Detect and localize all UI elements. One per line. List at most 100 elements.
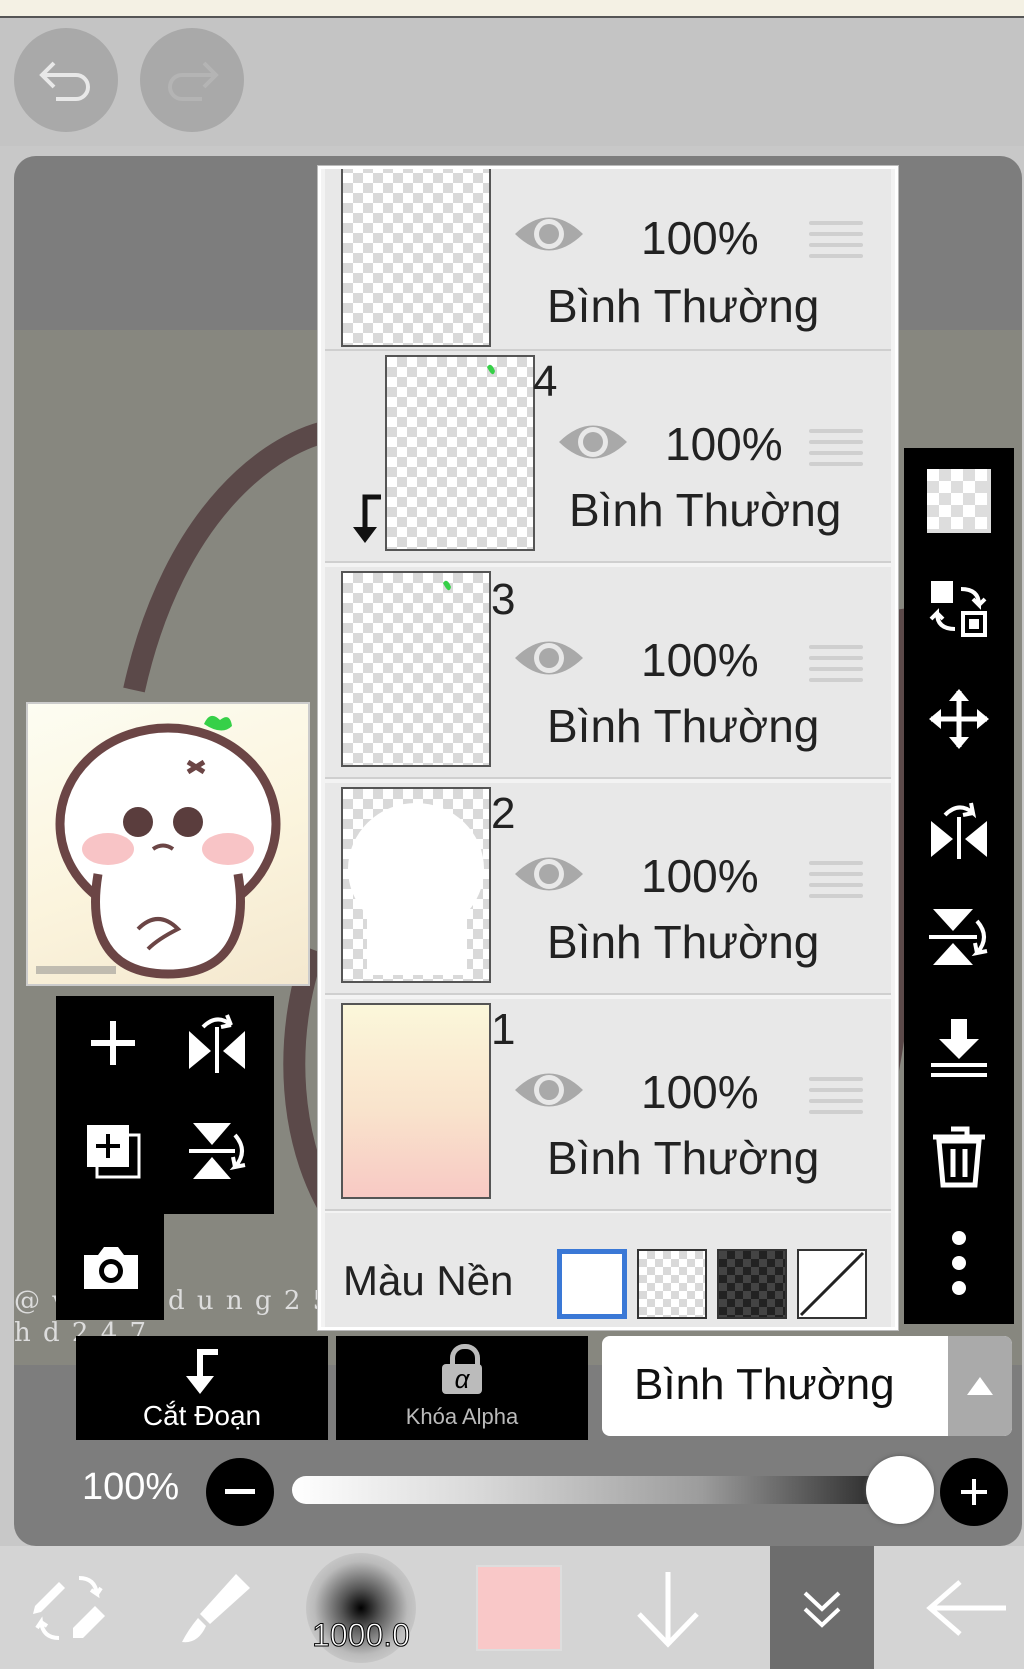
layer-tools-box	[56, 996, 274, 1214]
undo-icon	[39, 61, 90, 101]
collapse-panel-button[interactable]	[770, 1546, 874, 1669]
flip-vertical-button[interactable]	[182, 1116, 252, 1186]
delete-layer-button[interactable]	[926, 1124, 992, 1190]
right-toolbar	[904, 448, 1014, 1324]
background-none-option[interactable]	[797, 1249, 867, 1319]
swap-icon	[929, 581, 987, 637]
layer-thumbnail	[341, 571, 491, 767]
alpha-symbol: α	[442, 1364, 482, 1394]
opacity-decrease-button[interactable]	[206, 1458, 274, 1526]
transparency-checker-button[interactable]	[926, 468, 992, 534]
layer-thumbnail	[341, 169, 491, 347]
drag-handle-icon[interactable]	[809, 221, 863, 265]
layer-blend-mode: Bình Thường	[547, 1132, 820, 1184]
layer-row-1[interactable]: 1 100% Bình Thường	[325, 999, 891, 1211]
background-white-option[interactable]	[557, 1249, 627, 1319]
visibility-toggle[interactable]	[511, 849, 587, 904]
layer-row-4[interactable]: 4 100% Bình Thường	[325, 351, 891, 563]
clipping-arrow-icon	[353, 494, 381, 543]
merge-down-button[interactable]	[926, 1014, 992, 1080]
clipping-arrow-icon	[186, 1349, 218, 1394]
visibility-toggle[interactable]	[555, 417, 631, 472]
blend-mode-select[interactable]: Bình Thường	[602, 1336, 1012, 1436]
layer-down-button[interactable]	[618, 1546, 718, 1669]
drag-handle-icon[interactable]	[809, 861, 863, 905]
layer-row-3[interactable]: 3 100% Bình Thường	[325, 567, 891, 779]
layer-number: 1	[491, 1005, 516, 1054]
status-strip	[0, 0, 1024, 18]
blend-mode-value: Bình Thường	[634, 1360, 895, 1409]
merge-down-icon	[931, 1019, 987, 1077]
back-button[interactable]	[918, 1546, 1018, 1669]
white-silhouette	[348, 803, 484, 975]
layer-opacity: 100%	[665, 418, 783, 470]
more-options-button[interactable]	[926, 1230, 992, 1296]
background-color-row: Màu Nền	[325, 1213, 891, 1327]
layer-blend-mode: Bình Thường	[547, 700, 820, 752]
flip-horizontal-button[interactable]	[182, 1008, 252, 1078]
minus-icon	[225, 1489, 255, 1494]
eye-icon	[515, 217, 583, 251]
layer-preview-image	[26, 702, 310, 986]
layer-number: 2	[491, 789, 516, 838]
brush-size-value: 1000.0	[312, 1616, 411, 1653]
visibility-toggle[interactable]	[511, 633, 587, 688]
lock-icon: α	[440, 1344, 484, 1394]
brush-size-preview: 1000.0	[306, 1552, 416, 1663]
brush-tool-button[interactable]	[166, 1546, 266, 1669]
layer-blend-mode: Bình Thường	[547, 280, 820, 332]
flip-vertical-icon	[189, 1123, 246, 1179]
flip-horizontal-icon	[189, 1014, 245, 1073]
import-photo-button[interactable]	[76, 1232, 146, 1302]
bottom-toolbar: 1000.0	[0, 1546, 1024, 1669]
brush-icon	[182, 1573, 250, 1642]
checker-icon	[927, 469, 991, 533]
move-button[interactable]	[926, 686, 992, 752]
layer-row-2[interactable]: 2 100% Bình Thường	[325, 783, 891, 995]
duplicate-icon	[87, 1125, 141, 1179]
clipping-button[interactable]: Cắt Đoạn	[76, 1336, 328, 1440]
opacity-slider-track[interactable]	[292, 1476, 922, 1504]
alpha-lock-label: Khóa Alpha	[405, 1404, 519, 1429]
add-layer-button[interactable]	[78, 1008, 148, 1078]
alpha-lock-button[interactable]: α Khóa Alpha	[336, 1336, 588, 1440]
arrow-left-icon	[926, 1579, 1006, 1636]
opacity-slider-knob[interactable]	[866, 1456, 934, 1524]
background-color-label: Màu Nền	[343, 1257, 514, 1304]
layer-number: 4	[533, 357, 558, 406]
duplicate-layer-button[interactable]	[78, 1116, 148, 1186]
background-dark-option[interactable]	[717, 1249, 787, 1319]
tool-swap-button[interactable]	[14, 1546, 124, 1669]
eye-icon	[515, 641, 583, 675]
undo-button[interactable]	[14, 28, 118, 132]
layer-row-5[interactable]: 5 100% Bình Thường	[325, 169, 891, 351]
opacity-increase-button[interactable]	[940, 1458, 1008, 1526]
blend-mode-toggle[interactable]	[948, 1336, 1012, 1436]
drag-handle-icon[interactable]	[809, 429, 863, 473]
layer-thumbnail	[385, 355, 535, 551]
camera-box	[56, 1214, 164, 1320]
visibility-toggle[interactable]	[511, 209, 587, 264]
flip-horizontal-button[interactable]	[926, 796, 992, 862]
arrow-down-icon	[637, 1571, 699, 1648]
swap-layer-button[interactable]	[926, 576, 992, 642]
flip-vertical-button[interactable]	[926, 904, 992, 970]
layer-opacity: 100%	[641, 212, 759, 264]
drag-handle-icon[interactable]	[809, 1077, 863, 1121]
plus-icon	[91, 1021, 135, 1065]
background-transparent-option[interactable]	[637, 1249, 707, 1319]
sprout-mark	[487, 364, 495, 375]
eye-icon	[515, 857, 583, 891]
layer-panel: 5 100% Bình Thường 4 100% Bình Thường 3	[318, 166, 898, 1330]
visibility-toggle[interactable]	[511, 1065, 587, 1120]
move-icon	[929, 689, 989, 749]
layer-opacity: 100%	[641, 634, 759, 686]
plus-icon	[961, 1479, 987, 1505]
color-picker-button[interactable]	[464, 1546, 574, 1669]
drag-handle-icon[interactable]	[809, 645, 863, 689]
redo-button[interactable]	[140, 28, 244, 132]
layer-thumbnail	[341, 1003, 491, 1199]
layer-number: 3	[491, 575, 516, 624]
brush-size-button[interactable]: 1000.0	[296, 1546, 426, 1669]
camera-icon	[84, 1247, 138, 1289]
